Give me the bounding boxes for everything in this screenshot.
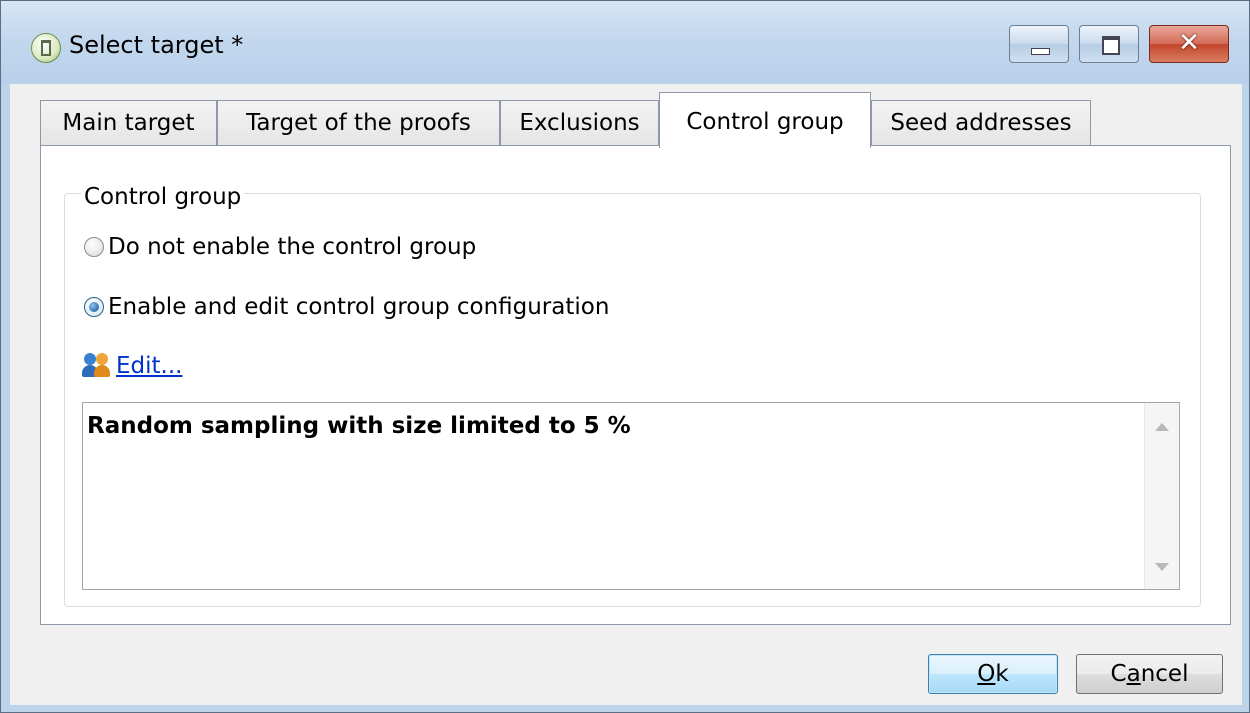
tab-control-group[interactable]: Control group: [659, 92, 871, 148]
radio-disable-control-group[interactable]: Do not enable the control group: [84, 234, 476, 260]
close-button[interactable]: ✕: [1149, 25, 1229, 63]
cancel-button[interactable]: Cancel: [1076, 654, 1223, 694]
summary-text: Random sampling with size limited to 5 %: [87, 413, 631, 439]
minimize-button[interactable]: [1009, 25, 1069, 63]
vertical-scrollbar[interactable]: [1144, 403, 1179, 589]
edit-row: Edit...: [82, 353, 182, 379]
tab-panel: Control group Do not enable the control …: [40, 145, 1231, 625]
tab-exclusions[interactable]: Exclusions: [500, 100, 659, 146]
summary-textbox[interactable]: Random sampling with size limited to 5 %: [82, 402, 1180, 590]
tab-seed-addresses[interactable]: Seed addresses: [871, 100, 1091, 146]
group-legend: Control group: [81, 184, 245, 210]
radio-label: Do not enable the control group: [108, 234, 477, 260]
radio-checked-icon[interactable]: [84, 297, 104, 317]
scroll-down-icon[interactable]: [1155, 563, 1169, 571]
close-icon: ✕: [1178, 28, 1200, 58]
people-icon: [82, 353, 112, 379]
ok-button[interactable]: Ok: [928, 654, 1058, 694]
app-icon: [31, 33, 61, 63]
radio-unchecked-icon[interactable]: [84, 237, 104, 257]
scroll-up-icon[interactable]: [1155, 423, 1169, 431]
radio-enable-control-group[interactable]: Enable and edit control group configurat…: [84, 294, 609, 320]
title-bar[interactable]: Select target * ✕: [1, 1, 1249, 83]
tab-main-target[interactable]: Main target: [40, 100, 217, 146]
maximize-button[interactable]: [1079, 25, 1139, 63]
radio-label: Enable and edit control group configurat…: [108, 294, 610, 320]
dialog-window: Select target * ✕ Main target Target of …: [0, 0, 1250, 713]
tab-target-of-the-proofs[interactable]: Target of the proofs: [217, 100, 500, 146]
window-title: Select target *: [69, 31, 244, 59]
dialog-client: Main target Target of the proofs Exclusi…: [10, 84, 1242, 705]
edit-link[interactable]: Edit...: [116, 353, 182, 379]
